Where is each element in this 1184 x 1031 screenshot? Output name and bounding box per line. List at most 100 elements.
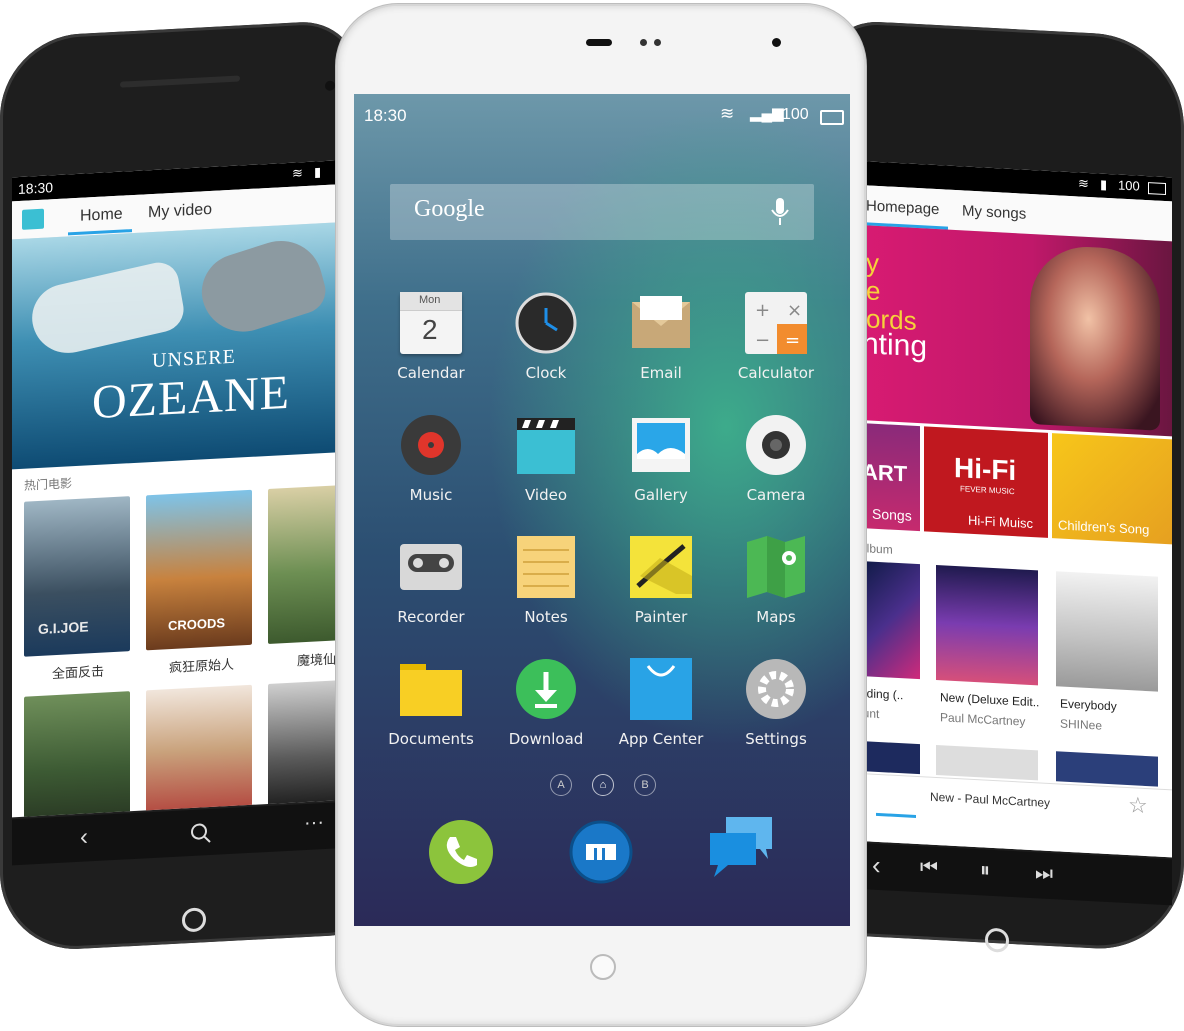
home-button[interactable]	[590, 954, 616, 980]
calendar-day: Mon	[419, 294, 441, 306]
artist-photo	[1030, 243, 1160, 431]
maps-icon	[747, 536, 805, 598]
category-tile[interactable]: ART Songs	[860, 423, 920, 532]
album-cover[interactable]	[1056, 571, 1158, 692]
movie-poster[interactable]	[268, 680, 337, 809]
movie-poster[interactable]	[268, 485, 337, 644]
speaker-grille	[120, 75, 240, 88]
svg-text:=: =	[785, 330, 800, 351]
app-notes[interactable]: Notes	[491, 528, 601, 638]
page-dot-home[interactable]: ⌂	[592, 774, 614, 796]
svg-text:×: ×	[787, 300, 802, 321]
documents-icon	[400, 664, 462, 716]
messages-icon[interactable]	[708, 817, 778, 883]
wifi-icon: ≋	[292, 165, 303, 181]
app-calculator[interactable]: + × − = Calculator	[721, 284, 831, 394]
favorite-icon[interactable]: ☆	[1128, 792, 1148, 819]
app-email[interactable]: Email	[606, 284, 716, 394]
search-icon[interactable]	[190, 822, 212, 845]
app-maps[interactable]: Maps	[721, 528, 831, 638]
now-playing-title: New - Paul McCartney	[930, 789, 1051, 810]
app-label: Recorder	[397, 608, 465, 626]
movie-poster[interactable]: CROODS	[146, 489, 252, 651]
page-dot-b[interactable]: B	[634, 774, 656, 796]
settings-icon	[746, 659, 806, 719]
movie-poster[interactable]	[24, 691, 130, 818]
pause-icon[interactable]: ⏸	[980, 859, 990, 883]
svg-text:−: −	[755, 330, 770, 351]
tab-my-video[interactable]: My video	[148, 201, 212, 222]
notes-icon	[517, 536, 575, 598]
app-app-center[interactable]: App Center	[606, 650, 716, 760]
movie-poster[interactable]: G.I.JOE	[24, 496, 130, 657]
album-cover[interactable]	[936, 565, 1038, 686]
tab-home[interactable]: Home	[80, 206, 123, 226]
front-camera	[772, 38, 781, 47]
app-gallery[interactable]: Gallery	[606, 406, 716, 516]
album-cover[interactable]	[860, 561, 920, 680]
back-icon[interactable]: ‹	[80, 823, 88, 851]
home-button[interactable]	[985, 927, 1009, 953]
app-label: App Center	[618, 730, 704, 748]
tile-text: ART	[862, 459, 908, 487]
previous-icon[interactable]: ⏮	[920, 856, 938, 880]
app-label: Download	[508, 730, 584, 748]
category-tile[interactable]: Children's Song	[1052, 433, 1172, 545]
home-button[interactable]	[182, 907, 206, 933]
tab-my-songs[interactable]: My songs	[962, 202, 1026, 222]
banner-text: e	[866, 275, 881, 307]
wifi-icon: ≋	[720, 104, 735, 123]
video-app-icon	[22, 208, 44, 230]
center-phone: 18:30 ≋ ▂▄▆ 100 Google Mon 2 Calendar Cl…	[336, 4, 866, 1026]
microphone-icon[interactable]	[770, 198, 790, 228]
poster-title: 魔境仙	[297, 652, 337, 670]
calendar-date: 2	[422, 314, 438, 345]
app-label: Camera	[746, 486, 806, 504]
album-cover[interactable]	[1056, 751, 1158, 787]
app-video[interactable]: Video	[491, 406, 601, 516]
left-screen: 18:30 ≋ ▮ Home My video UNSERE OZEANE 热门…	[12, 160, 337, 818]
next-icon[interactable]: ⏭	[1035, 862, 1053, 886]
app-recorder[interactable]: Recorder	[376, 528, 486, 638]
app-calendar[interactable]: Mon 2 Calendar	[376, 284, 486, 394]
tab-homepage[interactable]: Homepage	[866, 197, 939, 218]
movie-poster[interactable]	[146, 684, 252, 816]
album-cover[interactable]	[860, 741, 920, 775]
category-tile[interactable]: Hi-Fi FEVER MUSIC Hi-Fi Muisc	[924, 426, 1048, 538]
browser-icon[interactable]	[568, 819, 634, 885]
tile-label: Hi-Fi Muisc	[968, 512, 1033, 532]
signal-icon: ▮	[314, 164, 322, 180]
featured-banner[interactable]: UNSERE OZEANE	[12, 222, 337, 470]
signal-icon: ▮	[1100, 176, 1108, 192]
app-label: Calculator	[737, 364, 815, 382]
back-icon[interactable]: ‹	[872, 850, 881, 881]
dock	[354, 809, 850, 926]
battery-level: 100	[1118, 177, 1140, 194]
battery-icon	[1148, 182, 1166, 196]
app-clock[interactable]: Clock	[491, 284, 601, 394]
camera-icon	[746, 415, 806, 475]
app-painter[interactable]: Painter	[606, 528, 716, 638]
app-settings[interactable]: Settings	[721, 650, 831, 760]
album-artist: SHINee	[1060, 716, 1103, 733]
app-documents[interactable]: Documents	[376, 650, 486, 760]
app-camera[interactable]: Camera	[721, 406, 831, 516]
featured-banner[interactable]: y e ords nting	[860, 225, 1172, 437]
painter-icon	[630, 536, 692, 598]
clock-icon	[515, 292, 577, 354]
app-music[interactable]: Music	[376, 406, 486, 516]
right-screen: ≋ ▮ 100 Homepage My songs y e ords nting…	[860, 161, 1172, 858]
email-icon	[632, 296, 690, 348]
app-label: Settings	[745, 730, 807, 748]
more-icon[interactable]: ···	[304, 811, 324, 835]
app-download[interactable]: Download	[491, 650, 601, 760]
app-label: Clock	[525, 364, 567, 382]
app-label: Documents	[388, 730, 474, 748]
video-icon	[517, 418, 575, 474]
page-dot-a[interactable]: A	[550, 774, 572, 796]
front-camera	[325, 80, 335, 91]
search-bar[interactable]: Google	[390, 184, 814, 240]
album-cover[interactable]	[936, 745, 1038, 781]
battery-icon	[820, 110, 844, 125]
phone-icon[interactable]	[428, 819, 494, 885]
